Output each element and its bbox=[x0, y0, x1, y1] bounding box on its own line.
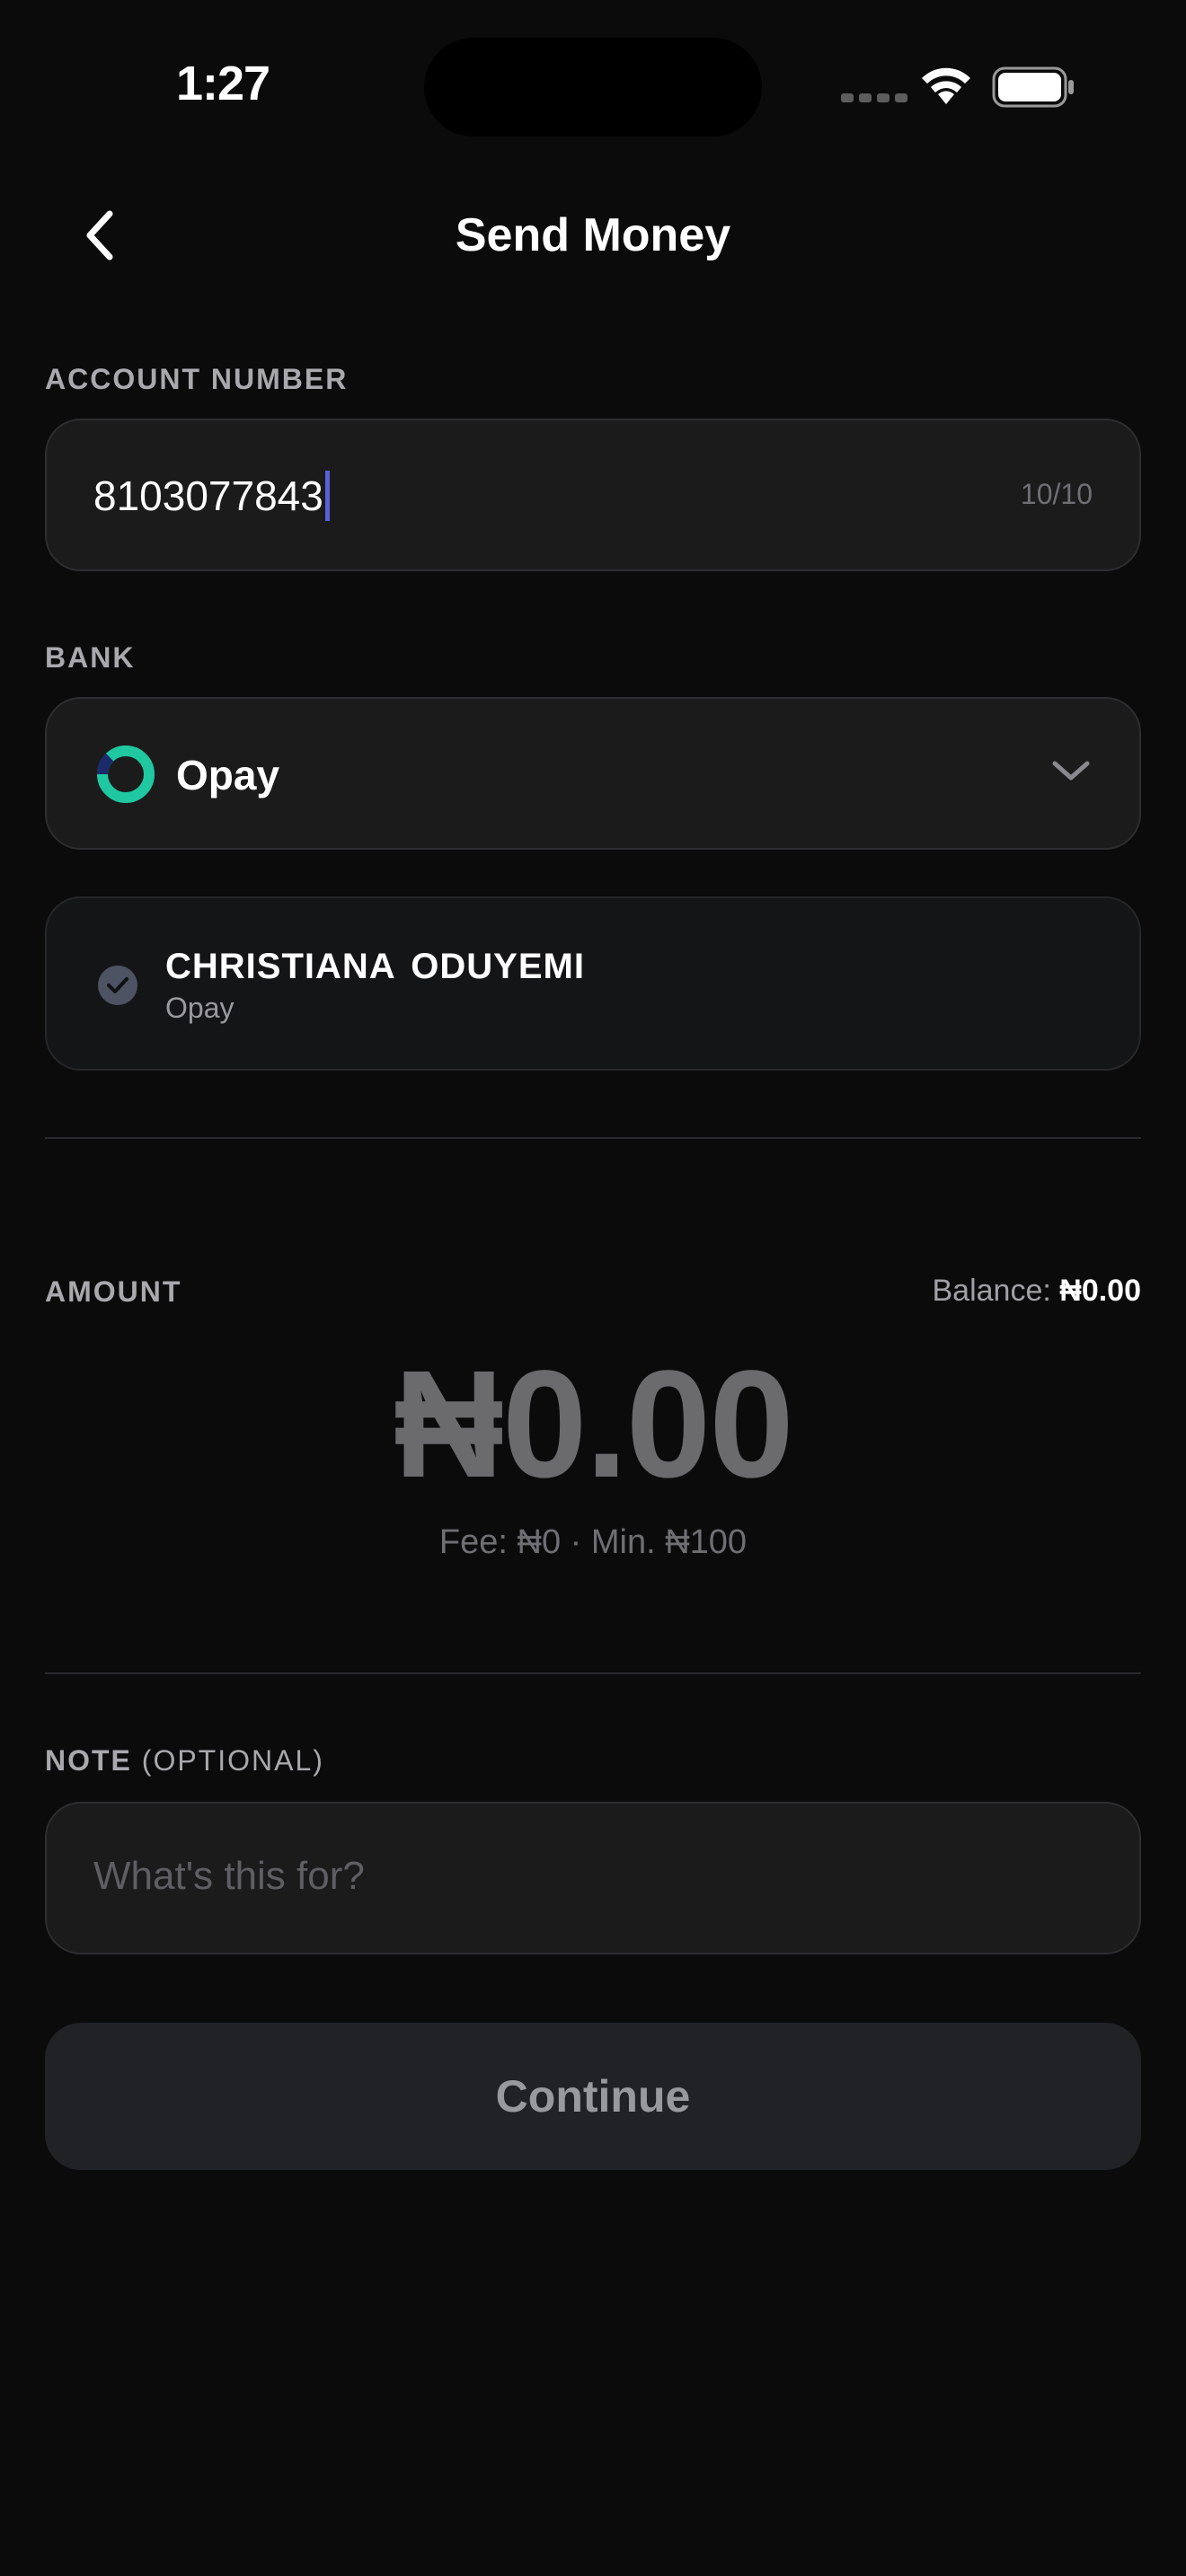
bank-selected-name: Opay bbox=[176, 752, 280, 798]
amount-label: AMOUNT bbox=[45, 1275, 182, 1308]
recipient-name: CHRISTIANA ODUYEMI bbox=[165, 947, 585, 986]
note-label: NOTE (OPTIONAL) bbox=[45, 1744, 324, 1778]
account-number-counter: 10/10 bbox=[1020, 478, 1093, 510]
account-number-text: 8103077843 bbox=[93, 472, 323, 519]
continue-button[interactable]: Continue bbox=[45, 2023, 1141, 2170]
recipient-bank: Opay bbox=[165, 992, 235, 1024]
wifi-icon bbox=[922, 67, 970, 104]
status-time: 1:27 bbox=[176, 57, 270, 110]
resolved-account-card: CHRISTIANA ODUYEMI Opay bbox=[45, 896, 1141, 1071]
page-title: Send Money bbox=[455, 209, 731, 261]
send-money-screen: 1:27 Send Money ACCOUNT NUMBER 810307784… bbox=[0, 0, 1186, 2576]
balance-label: Balance: bbox=[932, 1274, 1051, 1308]
note-optional-text: (OPTIONAL) bbox=[141, 1744, 324, 1777]
balance-value: ₦0.00 bbox=[1059, 1274, 1141, 1308]
battery-icon bbox=[992, 66, 1074, 108]
note-field[interactable] bbox=[45, 1802, 1141, 1954]
account-number-label: ACCOUNT NUMBER bbox=[45, 363, 349, 395]
bank-select[interactable]: Opay bbox=[45, 697, 1141, 850]
divider bbox=[45, 1137, 1141, 1139]
account-number-field[interactable]: 8103077843 10/10 bbox=[45, 419, 1141, 571]
cellular-signal-icon bbox=[841, 93, 907, 102]
opay-logo-icon bbox=[97, 745, 155, 803]
account-number-value: 8103077843 bbox=[93, 471, 330, 521]
note-input[interactable] bbox=[93, 1854, 1082, 1899]
amount-input[interactable]: ₦0.00 bbox=[0, 1337, 1186, 1513]
divider bbox=[45, 1672, 1141, 1674]
bank-label: BANK bbox=[45, 641, 136, 674]
fee-info: Fee: ₦0 · Min. ₦100 bbox=[438, 1523, 748, 1561]
dynamic-island bbox=[424, 38, 762, 137]
check-circle-icon bbox=[98, 966, 137, 1005]
balance-display: Balance: ₦0.00 bbox=[932, 1274, 1141, 1309]
chevron-down-icon bbox=[1052, 761, 1090, 781]
text-caret bbox=[324, 471, 330, 521]
note-label-text: NOTE bbox=[45, 1744, 132, 1777]
